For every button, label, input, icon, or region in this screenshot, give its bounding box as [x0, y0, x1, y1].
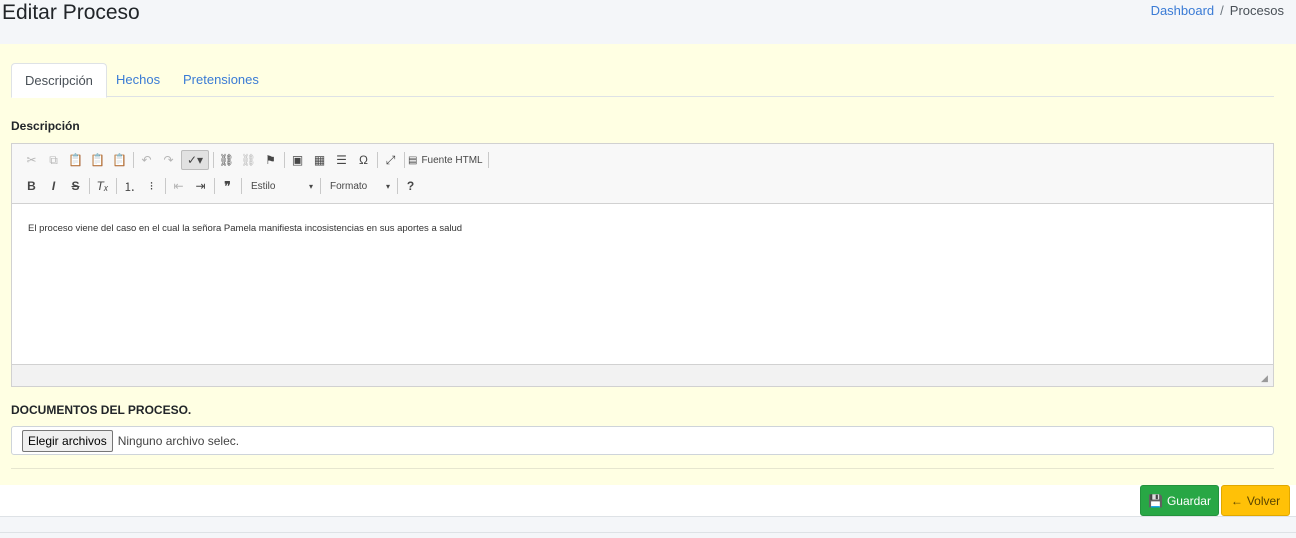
toolbar-separator [284, 152, 285, 168]
toolbar-separator [89, 178, 90, 194]
chevron-down-icon: ▾ [308, 181, 313, 191]
tab-descripcion[interactable]: Descripción [11, 63, 107, 98]
toolbar-separator [165, 178, 166, 194]
toolbar-separator [487, 152, 489, 168]
toolbar-separator [133, 152, 134, 168]
undo-icon[interactable]: ↶ [137, 150, 156, 170]
tab-hechos[interactable]: Hechos [103, 63, 173, 97]
chevron-down-icon: ▾ [385, 181, 390, 191]
numbered-list-icon[interactable]: ⒈ [120, 176, 139, 196]
toolbar-separator [241, 178, 242, 194]
spellcheck-icon[interactable]: ✓▾ [181, 150, 209, 170]
cut-icon[interactable]: ✂ [22, 150, 41, 170]
paste-icon[interactable]: 📋 [66, 150, 85, 170]
editor-toolbar: ✂ ⧉ 📋 📋 📋 ↶ ↷ ✓▾ ⛓ ⛓ ⚑ ▣ ▦ ☰ Ω ⤢ ▤ Fuent… [12, 144, 1273, 204]
table-icon[interactable]: ▦ [310, 150, 329, 170]
save-button-label: Guardar [1166, 493, 1211, 508]
style-dropdown-label: Estilo [251, 180, 276, 192]
horizontal-rule-icon[interactable]: ☰ [332, 150, 351, 170]
toolbar-row-1: ✂ ⧉ 📋 📋 📋 ↶ ↷ ✓▾ ⛓ ⛓ ⚑ ▣ ▦ ☰ Ω ⤢ ▤ Fuent… [22, 149, 492, 171]
help-icon[interactable]: ? [401, 176, 420, 196]
editor-status-bar: ◢ [12, 364, 1273, 386]
editor-paragraph: El proceso viene del caso en el cual la … [28, 223, 463, 234]
unlink-icon[interactable]: ⛓ [239, 150, 258, 170]
breadcrumb-separator: / [1220, 3, 1224, 18]
style-dropdown[interactable]: Estilo ▾ [245, 177, 317, 195]
special-char-icon[interactable]: Ω [354, 150, 373, 170]
page-title: Editar Proceso [2, 1, 140, 24]
choose-files-button[interactable]: Elegir archivos [22, 429, 113, 452]
file-status-text: Ninguno archivo selec. [117, 433, 240, 448]
breadcrumb-dashboard-link[interactable]: Dashboard [1151, 3, 1215, 18]
strike-button[interactable]: S [66, 176, 85, 196]
file-input[interactable]: Elegir archivos Ninguno archivo selec. [11, 426, 1274, 455]
toolbar-separator [213, 152, 214, 168]
toolbar-separator [377, 152, 378, 168]
outdent-icon[interactable]: ⇤ [169, 176, 188, 196]
source-html-label: Fuente HTML [421, 154, 483, 166]
card-body: Descripción Hechos Pretensiones Descripc… [0, 44, 1296, 485]
indent-icon[interactable]: ⇥ [191, 176, 210, 196]
bulleted-list-icon[interactable]: ⁝ [142, 176, 161, 196]
back-button-label: Volver [1246, 493, 1281, 508]
image-icon[interactable]: ▣ [288, 150, 307, 170]
source-html-button[interactable]: ▤ Fuente HTML [408, 155, 483, 166]
format-dropdown[interactable]: Formato ▾ [324, 177, 394, 195]
link-icon[interactable]: ⛓ [217, 150, 236, 170]
save-button[interactable]: 💾 Guardar [1140, 485, 1219, 516]
breadcrumb-current: Procesos [1229, 3, 1284, 18]
paste-word-icon[interactable]: 📋 [110, 150, 129, 170]
format-dropdown-label: Formato [330, 180, 368, 192]
page-header: Editar Proceso Dashboard / Procesos [0, 0, 1296, 44]
italic-button[interactable]: I [44, 176, 63, 196]
arrow-left-icon: ← [1230, 493, 1243, 508]
toolbar-separator [404, 152, 405, 168]
toolbar-separator [214, 178, 215, 194]
resize-handle-icon[interactable]: ◢ [1261, 374, 1270, 383]
remove-format-icon[interactable]: Tₓ [93, 176, 112, 196]
description-label: Descripción [11, 119, 80, 133]
editor-content-area[interactable]: El proceso viene del caso en el cual la … [12, 205, 1273, 365]
footer-divider [0, 532, 1296, 533]
paste-text-icon[interactable]: 📋 [88, 150, 107, 170]
breadcrumb: Dashboard / Procesos [1151, 3, 1284, 18]
toolbar-separator [397, 178, 398, 194]
back-button[interactable]: ← Volver [1221, 485, 1290, 516]
anchor-flag-icon[interactable]: ⚑ [261, 150, 280, 170]
maximize-icon[interactable]: ⤢ [381, 150, 400, 170]
source-document-icon: ▤ [408, 154, 418, 166]
toolbar-separator [320, 178, 321, 194]
toolbar-separator [116, 178, 117, 194]
blockquote-icon[interactable]: ❞ [218, 176, 237, 196]
floppy-disk-icon: 💾 [1148, 493, 1163, 508]
toolbar-row-2: B I S Tₓ ⒈ ⁝ ⇤ ⇥ ❞ Estilo ▾ Formato ▾ ? [22, 175, 423, 197]
tabs: Descripción Hechos Pretensiones [11, 63, 1274, 98]
copy-icon[interactable]: ⧉ [44, 150, 63, 170]
documents-label: DOCUMENTOS DEL PROCESO. [11, 403, 192, 417]
redo-icon[interactable]: ↷ [159, 150, 178, 170]
tab-pretensiones[interactable]: Pretensiones [170, 63, 272, 97]
edit-process-card: Descripción Hechos Pretensiones Descripc… [0, 44, 1296, 517]
rich-text-editor: ✂ ⧉ 📋 📋 📋 ↶ ↷ ✓▾ ⛓ ⛓ ⚑ ▣ ▦ ☰ Ω ⤢ ▤ Fuent… [11, 143, 1274, 387]
bold-button[interactable]: B [22, 176, 41, 196]
divider [11, 468, 1274, 469]
